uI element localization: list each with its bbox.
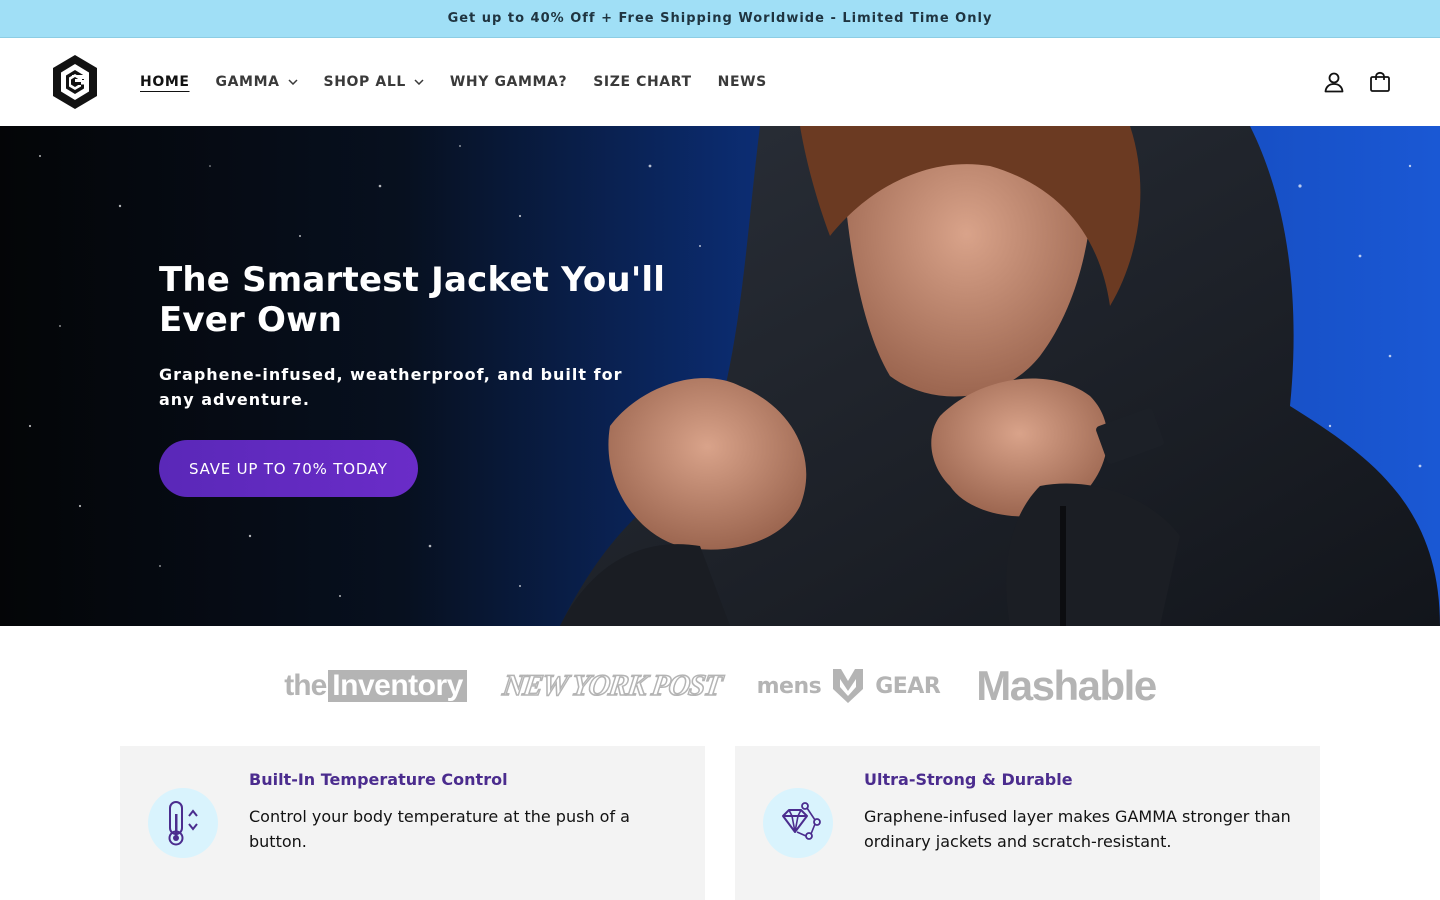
nav-item-label: WHY GAMMA? — [449, 74, 568, 90]
nav-item-shop-all[interactable]: SHOP ALL — [324, 74, 424, 90]
nav-item-news[interactable]: NEWS — [718, 74, 767, 90]
nav-item-label: GAMMA — [215, 74, 280, 90]
press-logo-text: the — [284, 669, 327, 702]
nav-item-size-chart[interactable]: SIZE CHART — [593, 74, 691, 90]
features-section: Built-In Temperature Control Control you… — [0, 744, 1440, 900]
feature-title: Built-In Temperature Control — [249, 770, 508, 789]
site-header: HOME GAMMA SHOP ALL WHY GAMMA? SIZE CHAR… — [0, 38, 1440, 126]
diamond-molecule-icon — [763, 788, 833, 858]
press-logo-new-york-post: NEW YORK POST — [500, 668, 724, 703]
feature-card: Built-In Temperature Control Control you… — [120, 746, 705, 900]
feature-card: Ultra-Strong & Durable Graphene-infused … — [735, 746, 1320, 900]
hero-title: The Smartest Jacket You'll Ever Own — [159, 260, 666, 340]
nav-item-label: HOME — [140, 74, 190, 90]
announcement-bar: Get up to 40% Off + Free Shipping Worldw… — [0, 0, 1440, 38]
press-logo-text: GEAR — [875, 673, 941, 699]
nav-item-label: SHOP ALL — [323, 74, 406, 90]
gamma-logo[interactable] — [50, 53, 100, 111]
feature-description: Graphene-infused layer makes GAMMA stron… — [864, 807, 1291, 851]
announcement-text: Get up to 40% Off + Free Shipping Worldw… — [447, 11, 993, 26]
press-logo-text: Mashable — [976, 662, 1157, 709]
user-icon[interactable] — [1322, 70, 1346, 94]
main-nav: HOME GAMMA SHOP ALL WHY GAMMA? SIZE CHAR… — [140, 74, 793, 90]
press-logo-mens-gear: mens GEAR — [757, 667, 941, 705]
gamma-hexagon-g-logo-icon — [53, 55, 97, 109]
nav-item-label: SIZE CHART — [593, 74, 692, 90]
chevron-down-icon — [414, 79, 424, 85]
feature-text: Ultra-Strong & Durable Graphene-infused … — [864, 770, 1304, 882]
chevron-down-icon — [288, 79, 298, 85]
nav-item-gamma[interactable]: GAMMA — [216, 74, 298, 90]
header-icons — [1322, 38, 1392, 126]
feature-title: Ultra-Strong & Durable — [864, 770, 1073, 789]
hero-banner: The Smartest Jacket You'll Ever Own Grap… — [0, 126, 1440, 626]
hero-content: The Smartest Jacket You'll Ever Own Grap… — [159, 260, 679, 497]
press-logo-text: Inventory — [328, 670, 467, 702]
feature-description: Control your body temperature at the pus… — [249, 807, 630, 851]
feature-text: Built-In Temperature Control Control you… — [249, 770, 689, 882]
nav-item-label: NEWS — [717, 74, 767, 90]
cart-icon[interactable] — [1368, 70, 1392, 94]
press-logo-text: NEW YORK POST — [500, 668, 724, 703]
press-logo-text: mens — [756, 673, 822, 699]
press-logos: the Inventory NEW YORK POST mens GEAR Ma… — [0, 626, 1440, 744]
nav-item-why-gamma[interactable]: WHY GAMMA? — [450, 74, 567, 90]
press-logo-the-inventory: the Inventory — [284, 669, 467, 703]
hero-subtitle: Graphene-infused, weatherproof, and buil… — [159, 365, 623, 409]
nav-item-home[interactable]: HOME — [140, 74, 190, 90]
press-logo-mashable: Mashable — [976, 662, 1157, 710]
thermometer-icon — [148, 788, 218, 858]
save-up-to-70-button[interactable]: SAVE UP TO 70% TODAY — [159, 440, 418, 497]
mens-gear-shield-icon — [833, 669, 864, 703]
